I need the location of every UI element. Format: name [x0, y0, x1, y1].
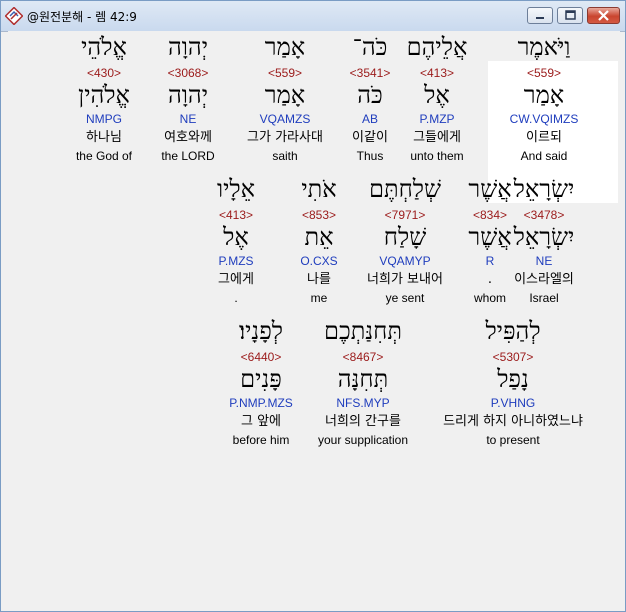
word-parse-code: P.NMP.MZS	[229, 396, 293, 410]
word-english-gloss: the God of	[75, 149, 133, 163]
word-parse-code: NMPG	[86, 112, 122, 126]
word-english-gloss: .	[234, 291, 238, 305]
word-korean-gloss: 그에게	[218, 272, 254, 287]
word-strong-number: <6440>	[240, 350, 282, 364]
word-lemma: אֱלֹהִין	[78, 81, 130, 109]
word-lemma: אֶל	[223, 223, 249, 251]
minimize-icon	[536, 17, 544, 19]
word-hebrew: אֱלֹהֵי	[81, 33, 127, 61]
word-korean-gloss: 하나님	[86, 130, 122, 145]
maximize-button[interactable]	[557, 7, 583, 24]
app-diamond-icon[interactable]	[4, 6, 24, 26]
word-strong-number: <413>	[218, 208, 254, 222]
word-hebrew: אֵלָיו	[216, 175, 256, 203]
maximize-icon	[565, 10, 576, 20]
minimize-button[interactable]	[527, 7, 553, 24]
word-block[interactable]: לְפָנָיו׃ <6440> פָּנִים P.NMP.MZS 그 앞에 befor…	[166, 315, 356, 455]
word-english-gloss: before him	[232, 433, 290, 447]
word-strong-number: <430>	[86, 66, 122, 80]
word-block[interactable]: אֵלָיו <413> אֶל P.MZS 그에게.	[141, 173, 331, 313]
word-block[interactable]: אֱלֹהֵי <430> אֱלֹהִין NMPG 하나님 the God of	[9, 31, 199, 171]
app-window: @원전분해 - 렘 42:9 וַיֹּאמֶר <559> אָמַר CW.VQI…	[0, 0, 626, 612]
word-parse-code: P.MZS	[218, 254, 254, 268]
word-hebrew: לְפָנָיו׃	[238, 317, 284, 345]
close-button[interactable]	[587, 7, 620, 24]
window-title: @원전분해 - 렘 42:9	[27, 10, 137, 24]
word-korean-gloss: 그 앞에	[240, 414, 281, 429]
interlinear-panel: וַיֹּאמֶר <559> אָמַר CW.VQIMZS 이르되 And said א…	[8, 31, 620, 606]
close-icon	[598, 10, 609, 21]
word-lemma: פָּנִים	[240, 365, 282, 393]
title-bar[interactable]: @원전분해 - 렘 42:9	[1, 1, 625, 32]
